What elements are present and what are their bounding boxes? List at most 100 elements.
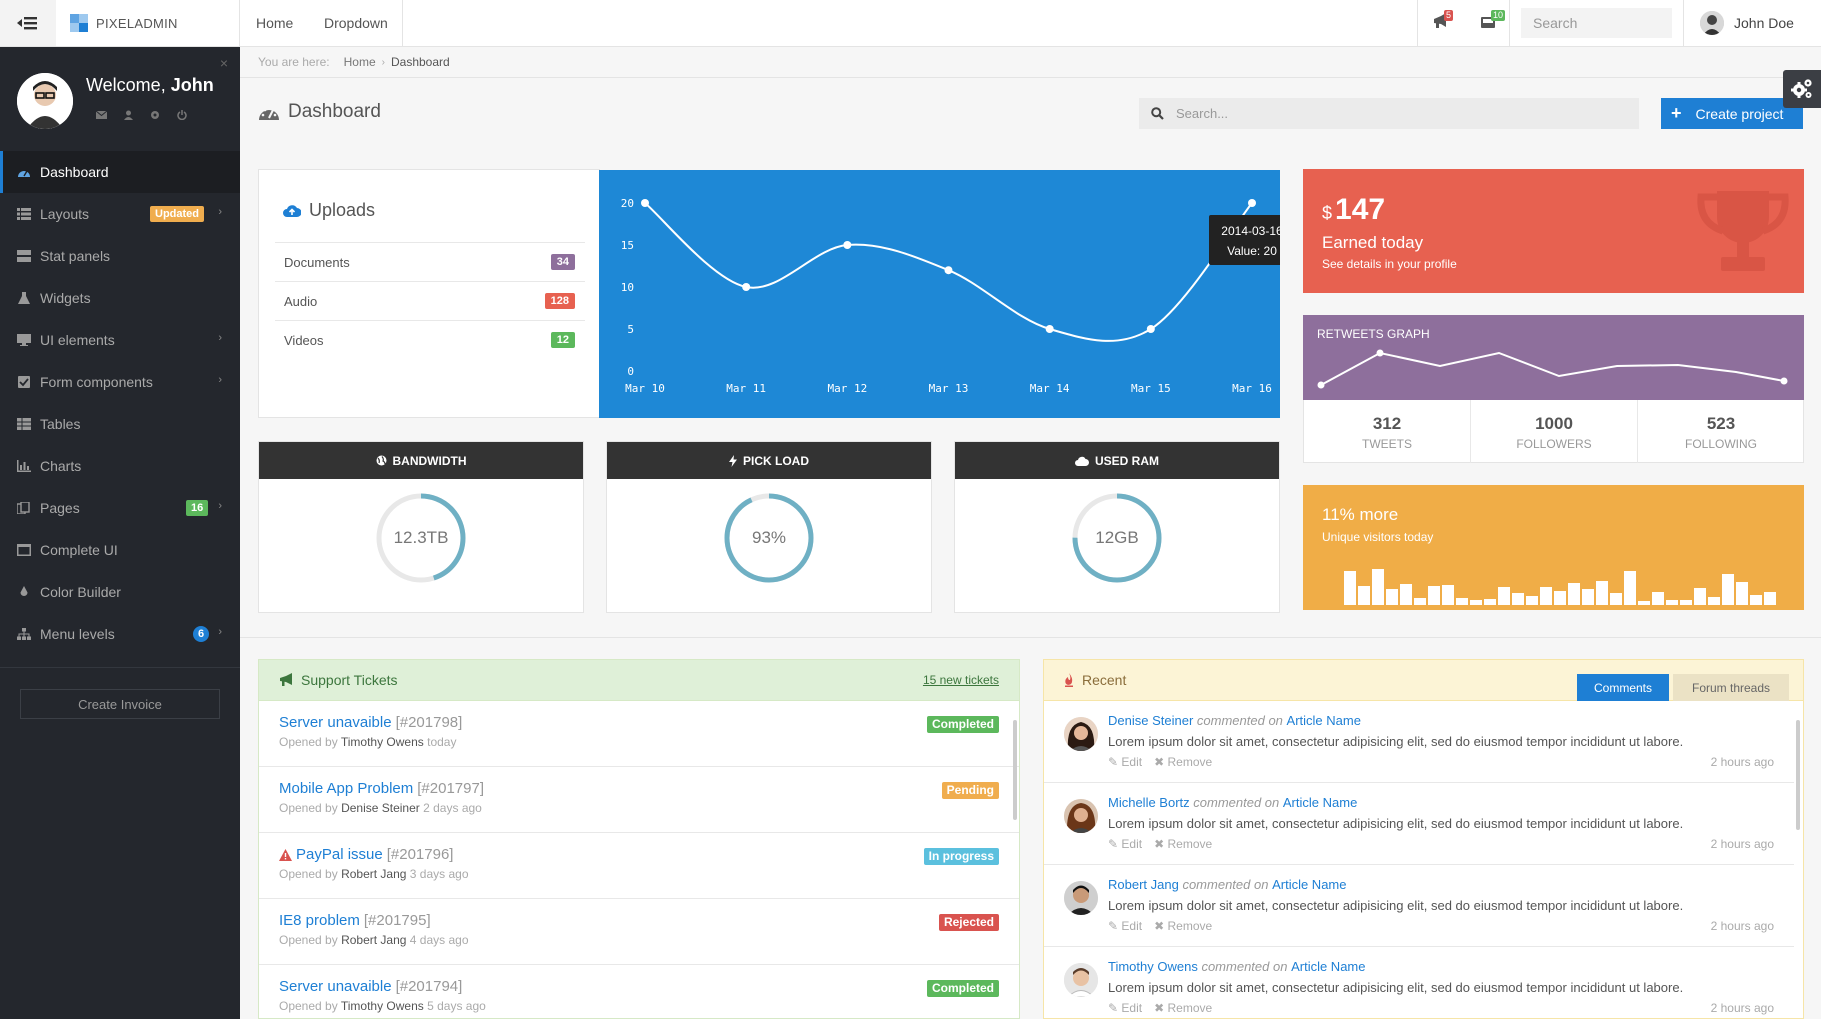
sidebar-item-form-components[interactable]: Form components ›: [0, 361, 240, 403]
tweets-count: 312: [1372, 414, 1402, 433]
comment-body: Lorem ipsum dolor sit amet, consectetur …: [1108, 898, 1684, 913]
ticket-title[interactable]: Server unavaible [#201798]: [279, 714, 462, 731]
remove-link[interactable]: ✖ Remove: [1154, 919, 1212, 933]
edit-link[interactable]: ✎ Edit: [1108, 837, 1142, 851]
ticket-row[interactable]: Mobile App Problem [#201797] Opened by De…: [259, 767, 1019, 833]
page-search-input[interactable]: [1176, 98, 1626, 129]
comment-author-link[interactable]: Denise Steiner: [1108, 713, 1193, 728]
welcome-text: Welcome, John: [86, 75, 214, 96]
comment-time: 2 hours ago: [1710, 837, 1774, 851]
scrollbar[interactable]: [1796, 720, 1800, 830]
comment-time: 2 hours ago: [1710, 919, 1774, 933]
article-link[interactable]: Article Name: [1287, 713, 1361, 728]
user-button[interactable]: [117, 105, 139, 125]
new-tickets-link[interactable]: 15 new tickets: [923, 673, 999, 687]
divider: [240, 637, 1821, 638]
commenter-avatar[interactable]: [1064, 963, 1098, 997]
ticket-time: today: [427, 735, 457, 749]
top-navbar: PIXELADMIN Home Dropdown 5 10 John Doe: [0, 0, 1821, 47]
sidebar-item-pages[interactable]: Pages 16 ›: [0, 487, 240, 529]
remove-link[interactable]: ✖ Remove: [1154, 755, 1212, 769]
ticket-row[interactable]: PayPal issue [#201796] Opened by Robert J…: [259, 833, 1019, 899]
ticket-meta: Opened by Timothy Owens 5 days ago: [279, 999, 486, 1013]
remove-link[interactable]: ✖ Remove: [1154, 1001, 1212, 1015]
theme-settings-button[interactable]: [1783, 70, 1821, 108]
list-item[interactable]: Videos 12: [275, 320, 585, 359]
tab-forum-threads[interactable]: Forum threads: [1673, 674, 1789, 701]
sidebar-item-dashboard[interactable]: Dashboard: [0, 151, 240, 193]
article-link[interactable]: Article Name: [1291, 959, 1365, 974]
ticket-row[interactable]: Server unavaible [#201794] Opened by Timo…: [259, 965, 1019, 1018]
close-icon[interactable]: ×: [220, 55, 228, 71]
power-icon: [177, 110, 187, 120]
article-link[interactable]: Article Name: [1272, 877, 1346, 892]
ticket-row[interactable]: Server unavaible [#201798] Opened by Timo…: [259, 701, 1019, 767]
scrollbar[interactable]: [1013, 720, 1017, 820]
menu-toggle-button[interactable]: [0, 0, 56, 46]
sidebar-item-color-builder[interactable]: Color Builder: [0, 571, 240, 613]
power-button[interactable]: [171, 105, 193, 125]
messages-notification[interactable]: 10: [1479, 10, 1506, 34]
comment-author-link[interactable]: Robert Jang: [1108, 877, 1179, 892]
sidebar-item-charts[interactable]: Charts: [0, 445, 240, 487]
sidebar-item-tables[interactable]: Tables: [0, 403, 240, 445]
edit-link[interactable]: ✎ Edit: [1108, 755, 1142, 769]
ticket-number: [#201794]: [395, 978, 463, 995]
sidebar-item-label: Widgets: [40, 290, 91, 306]
ticket-title[interactable]: Mobile App Problem [#201797]: [279, 780, 484, 797]
comment-author-link[interactable]: Michelle Bortz: [1108, 795, 1190, 810]
alerts-count-badge: 5: [1444, 10, 1454, 21]
ticket-meta: Opened by Timothy Owens today: [279, 735, 456, 749]
followers-count: 1000: [1535, 414, 1573, 433]
ticket-name: IE8 problem: [279, 912, 360, 929]
ticket-title[interactable]: Server unavaible [#201794]: [279, 978, 462, 995]
status-badge: Rejected: [938, 914, 999, 931]
close-icon: ✖: [1154, 1001, 1165, 1015]
comment-actions: ✎ Edit ✖ Remove: [1108, 919, 1212, 933]
commenter-avatar[interactable]: [1064, 881, 1098, 915]
settings-button[interactable]: [144, 105, 166, 125]
alerts-notification[interactable]: 5: [1432, 10, 1458, 34]
edit-label: Edit: [1121, 755, 1143, 769]
breadcrumb-home-link[interactable]: Home: [344, 55, 376, 69]
tab-comments[interactable]: Comments: [1577, 674, 1669, 701]
ticket-time: 3 days ago: [409, 867, 469, 881]
earned-today-card[interactable]: $147 Earned today See details in your pr…: [1303, 169, 1804, 293]
list-item[interactable]: Audio 128: [275, 281, 585, 320]
user-menu[interactable]: John Doe: [1700, 0, 1794, 46]
edit-label: Edit: [1121, 919, 1143, 933]
list-item[interactable]: Documents 34: [275, 242, 585, 281]
sidebar-item-layouts[interactable]: Layouts Updated ›: [0, 193, 240, 235]
create-project-button[interactable]: + Create project: [1661, 98, 1803, 129]
topnav-dropdown-link[interactable]: Dropdown: [324, 0, 388, 46]
sidebar-item-ui-elements[interactable]: UI elements ›: [0, 319, 240, 361]
sidebar-item-widgets[interactable]: Widgets: [0, 277, 240, 319]
sidebar-item-label: Layouts: [40, 206, 90, 222]
brand-logo[interactable]: PIXELADMIN: [56, 0, 240, 46]
cloud-icon: [1074, 456, 1089, 466]
sidebar-item-menu-levels[interactable]: Menu levels 6 ›: [0, 613, 240, 655]
upload-type-label: Documents: [284, 254, 350, 270]
remove-link[interactable]: ✖ Remove: [1154, 837, 1212, 851]
edit-link[interactable]: ✎ Edit: [1108, 1001, 1142, 1015]
envelope-button[interactable]: [90, 105, 112, 125]
sidebar-item-complete-ui[interactable]: Complete UI: [0, 529, 240, 571]
comment-header: Robert Jang commented on Article Name: [1108, 877, 1347, 892]
edit-link[interactable]: ✎ Edit: [1108, 919, 1142, 933]
top-search-input[interactable]: [1521, 8, 1672, 38]
article-link[interactable]: Article Name: [1283, 795, 1357, 810]
ticket-title[interactable]: IE8 problem [#201795]: [279, 912, 431, 929]
data-point: [944, 266, 953, 275]
ticket-row[interactable]: IE8 problem [#201795] Opened by Robert Ja…: [259, 899, 1019, 965]
messages-count-badge: 10: [1491, 10, 1506, 21]
topnav-home-link[interactable]: Home: [256, 0, 293, 46]
create-invoice-button[interactable]: Create Invoice: [20, 689, 220, 719]
comment-author-link[interactable]: Timothy Owens: [1108, 959, 1198, 974]
y-tick-label: 5: [627, 323, 634, 336]
x-tick-label: Mar 14: [1030, 382, 1070, 395]
ticket-title[interactable]: PayPal issue [#201796]: [279, 846, 453, 863]
sidebar-item-stat-panels[interactable]: Stat panels: [0, 235, 240, 277]
commenter-avatar[interactable]: [1064, 799, 1098, 833]
profile-avatar[interactable]: [17, 73, 73, 129]
commenter-avatar[interactable]: [1064, 717, 1098, 751]
